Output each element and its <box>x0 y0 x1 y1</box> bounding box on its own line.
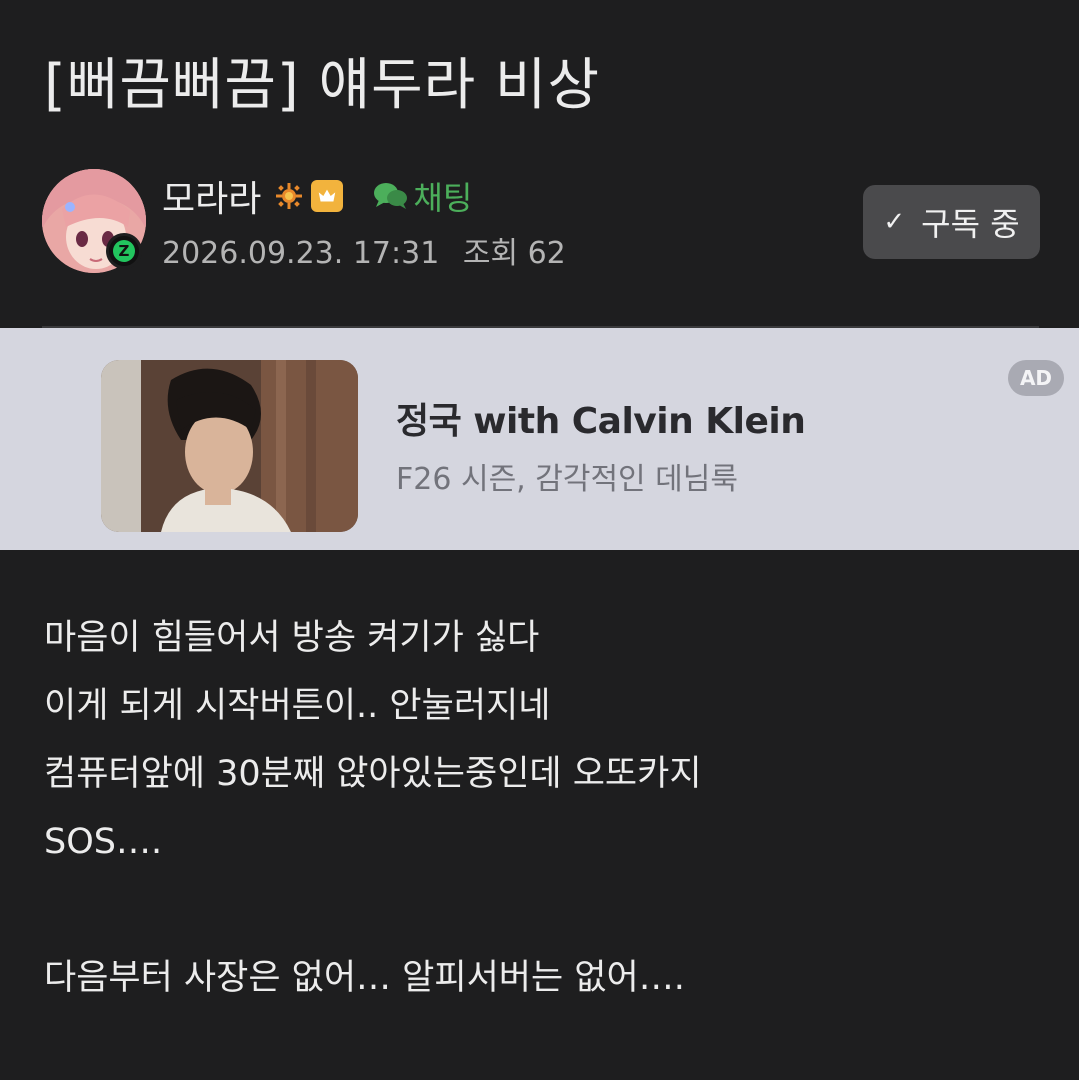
ad-image[interactable] <box>101 360 358 532</box>
post-content: 마음이 힘들어서 방송 켜기가 싫다 이게 되게 시작버튼이.. 안눌러지네 컴… <box>44 610 1044 1018</box>
check-icon: ✓ <box>883 207 906 237</box>
post-title: [뻐끔뻐끔] 얘두라 비상 <box>44 53 600 118</box>
author-name[interactable]: 모라라 <box>162 170 261 222</box>
ad-subtitle: F26 시즌, 감각적인 데님룩 <box>396 462 738 497</box>
content-line: 컴퓨터앞에 30분째 앉아있는중인데 오또카지 <box>44 754 702 794</box>
chat-bubble-icon <box>374 183 408 209</box>
ad-banner[interactable]: 정국 with Calvin Klein F26 시즌, 감각적인 데님룩 AD <box>0 328 1079 550</box>
ad-title: 정국 with Calvin Klein <box>396 401 806 442</box>
ad-tag[interactable]: AD <box>1008 360 1064 396</box>
crown-icon <box>311 180 344 212</box>
chat-label: 채팅 <box>413 179 473 217</box>
content-line: SOS…. <box>44 822 163 862</box>
view-count: 조회 62 <box>462 236 566 271</box>
subscribe-label: 구독 중 <box>921 205 1020 243</box>
author-row: 모라라 채팅 <box>162 172 472 220</box>
avatar-status-badge: Z <box>106 233 142 269</box>
subscribe-button[interactable]: ✓ 구독 중 <box>863 185 1040 259</box>
chat-button[interactable]: 채팅 <box>373 173 472 219</box>
post-date: 2026.09.23. 17:31 <box>162 236 440 271</box>
header-cut-text: ▔ ▔ ▔ ▔▔ ▔▔ <box>44 0 275 19</box>
sun-icon <box>276 183 303 209</box>
post-meta: 2026.09.23. 17:31 조회 62 <box>162 228 566 272</box>
content-line: 마음이 힘들어서 방송 켜기가 싫다 <box>44 618 540 658</box>
content-line: 다음부터 사장은 없어… 알피서버는 없어…. <box>44 958 685 998</box>
content-line: 이게 되게 시작버튼이.. 안눌러지네 <box>44 686 551 726</box>
content-line <box>44 882 1044 950</box>
